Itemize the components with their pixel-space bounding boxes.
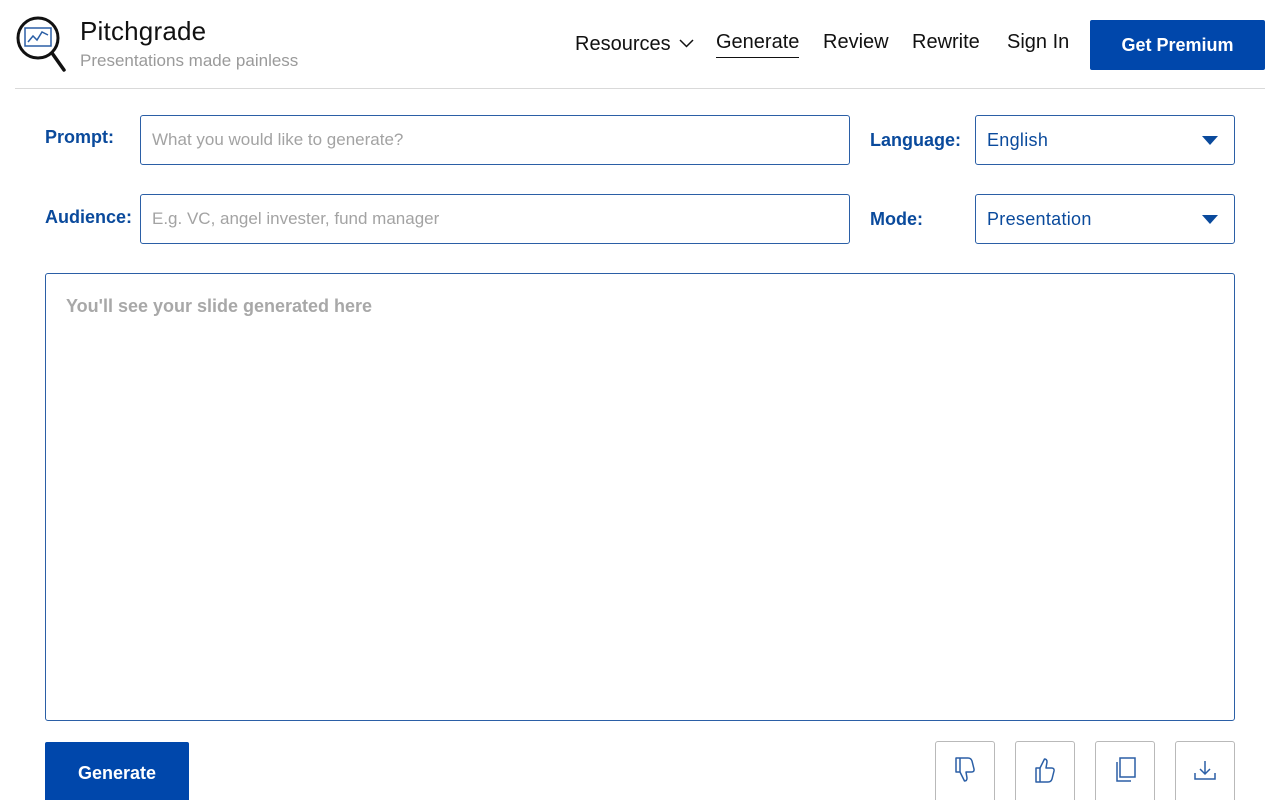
brand-tagline: Presentations made painless — [80, 51, 299, 70]
language-label: Language: — [870, 130, 962, 150]
thumbs-up-icon — [1035, 758, 1055, 783]
nav-resources-label: Resources — [575, 33, 671, 55]
language-select-value: English — [987, 130, 1049, 150]
nav-resources[interactable]: Resources — [575, 31, 694, 56]
nav-review[interactable]: Review — [823, 31, 889, 54]
get-premium-button[interactable]: Get Premium — [1090, 20, 1265, 70]
language-select[interactable]: English — [975, 115, 1235, 165]
nav-generate[interactable]: Generate — [716, 31, 800, 58]
mode-select[interactable]: Presentation — [975, 194, 1235, 244]
chevron-down-icon — [679, 31, 694, 54]
caret-down-icon — [1202, 136, 1218, 145]
copy-button[interactable] — [1095, 741, 1155, 800]
thumbs-down-icon — [955, 757, 975, 782]
mode-select-value: Presentation — [987, 209, 1092, 229]
output-placeholder: You'll see your slide generated here — [66, 296, 373, 316]
caret-down-icon — [1202, 215, 1218, 224]
brand-name[interactable]: Pitchgrade — [80, 16, 206, 47]
download-icon — [1194, 761, 1216, 780]
download-button[interactable] — [1175, 741, 1235, 800]
like-button[interactable] — [1015, 741, 1075, 800]
dislike-button[interactable] — [935, 741, 995, 800]
audience-label: Audience: — [45, 207, 133, 227]
copy-icon — [1116, 757, 1136, 782]
site-header: Pitchgrade Presentations made painless R… — [15, 0, 1265, 89]
slide-output-area[interactable]: You'll see your slide generated here — [45, 273, 1235, 721]
mode-label: Mode: — [870, 209, 923, 229]
generate-button[interactable]: Generate — [45, 742, 189, 800]
nav-rewrite[interactable]: Rewrite — [912, 31, 980, 54]
audience-input[interactable] — [140, 194, 850, 244]
magnifier-chart-icon[interactable] — [15, 15, 67, 73]
nav-sign-in[interactable]: Sign In — [1007, 31, 1069, 54]
prompt-label: Prompt: — [45, 127, 114, 147]
prompt-input[interactable] — [140, 115, 850, 165]
